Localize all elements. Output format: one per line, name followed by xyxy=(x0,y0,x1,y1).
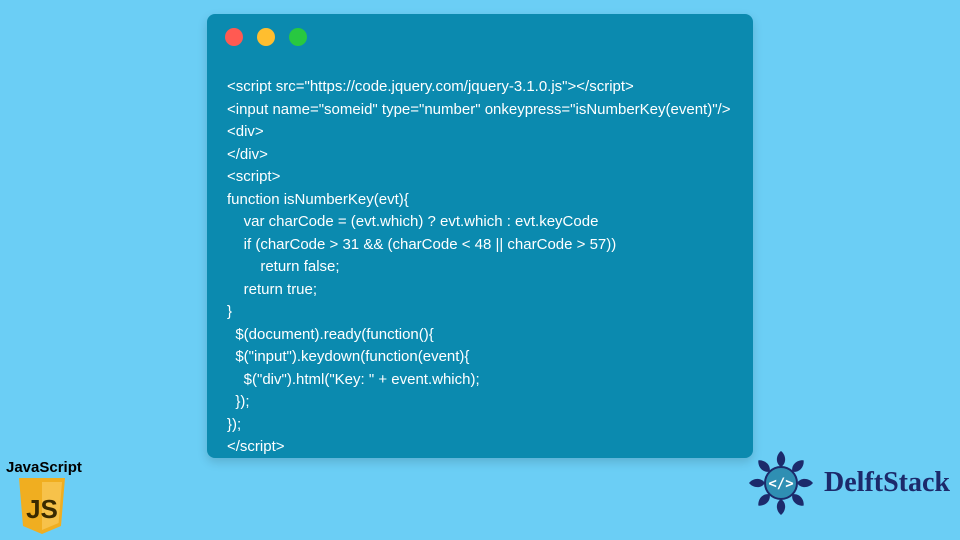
javascript-label: JavaScript xyxy=(6,459,78,476)
svg-text:</>: </> xyxy=(768,476,793,492)
close-icon[interactable] xyxy=(225,28,243,46)
delftstack-brand: </> DelftStack xyxy=(746,448,950,518)
delftstack-text: DelftStack xyxy=(824,467,950,499)
code-card: <script src="https://code.jquery.com/jqu… xyxy=(207,14,753,458)
code-block: <script src="https://code.jquery.com/jqu… xyxy=(227,76,733,459)
javascript-shield-icon: JS xyxy=(17,478,67,534)
maximize-icon[interactable] xyxy=(289,28,307,46)
minimize-icon[interactable] xyxy=(257,28,275,46)
js-logo-text: JS xyxy=(26,494,58,524)
javascript-badge: JavaScript JS xyxy=(6,459,78,534)
window-titlebar xyxy=(207,14,753,60)
delftstack-logo-icon: </> xyxy=(746,448,816,518)
